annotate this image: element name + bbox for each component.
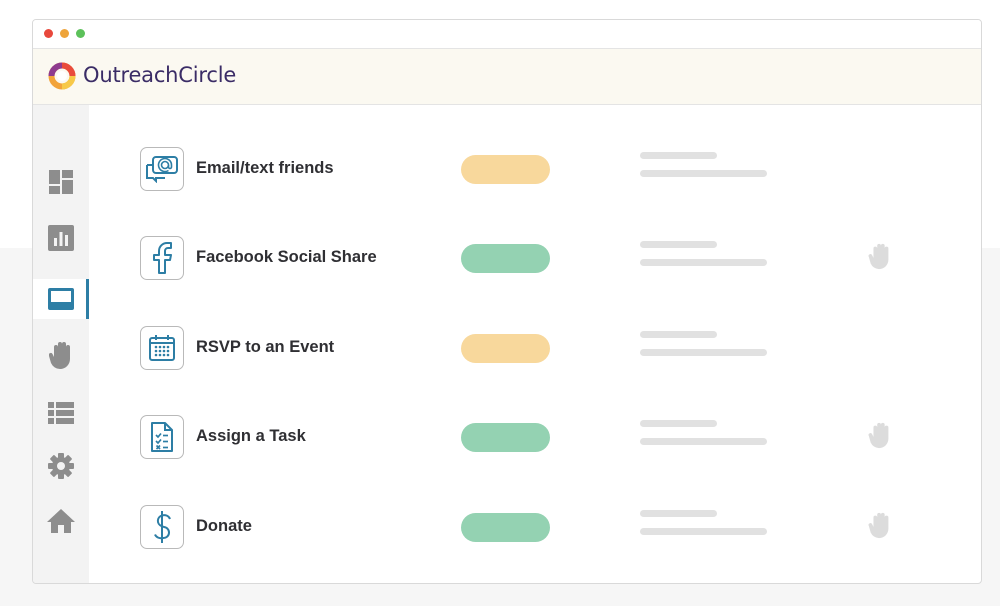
- action-row[interactable]: Email/text friends: [140, 147, 940, 193]
- action-label: Assign a Task: [196, 427, 306, 445]
- window-titlebar: [33, 20, 981, 49]
- hand-icon[interactable]: [868, 421, 892, 449]
- placeholder-line: [640, 438, 767, 445]
- placeholder-line: [640, 259, 767, 266]
- maximize-window-button[interactable]: [76, 29, 85, 38]
- action-row[interactable]: RSVP to an Event: [140, 326, 940, 372]
- facebook-icon: [140, 236, 184, 280]
- close-window-button[interactable]: [44, 29, 53, 38]
- list-icon: [48, 402, 74, 424]
- sidebar-item-settings[interactable]: [33, 446, 89, 486]
- app-window: OutreachCircle Email/text friends Facebo…: [32, 19, 982, 584]
- hand-icon[interactable]: [868, 511, 892, 539]
- status-pill: [461, 155, 550, 184]
- action-label: Facebook Social Share: [196, 248, 377, 266]
- hand-icon[interactable]: [868, 242, 892, 270]
- calendar-icon: [140, 326, 184, 370]
- hand-icon: [49, 342, 70, 369]
- task-checklist-icon: [140, 415, 184, 459]
- action-row[interactable]: Donate: [140, 505, 940, 551]
- app-header: OutreachCircle: [33, 49, 981, 105]
- action-label: Email/text friends: [196, 159, 334, 177]
- sidebar-item-analytics[interactable]: [33, 218, 89, 258]
- sidebar-item-volunteer[interactable]: [33, 335, 89, 375]
- dashboard-icon: [49, 170, 73, 194]
- sidebar-item-home[interactable]: [33, 501, 89, 541]
- action-row[interactable]: Facebook Social Share: [140, 236, 940, 282]
- placeholder-line: [640, 152, 717, 159]
- placeholder-line: [640, 349, 767, 356]
- outreachcircle-logo-icon[interactable]: [47, 61, 77, 91]
- sidebar-item-list[interactable]: [33, 393, 89, 433]
- brand-name: OutreachCircle: [83, 63, 237, 87]
- status-pill: [461, 513, 550, 542]
- placeholder-line: [640, 510, 717, 517]
- status-pill: [461, 244, 550, 273]
- placeholder-line: [640, 170, 767, 177]
- actions-panel-icon: [48, 288, 74, 310]
- minimize-window-button[interactable]: [60, 29, 69, 38]
- action-row[interactable]: Assign a Task: [140, 415, 940, 461]
- sidebar-item-dashboard[interactable]: [33, 162, 89, 202]
- dollar-icon: [140, 505, 184, 549]
- sidebar: [33, 105, 89, 583]
- placeholder-line: [640, 420, 717, 427]
- placeholder-line: [640, 331, 717, 338]
- action-label: RSVP to an Event: [196, 338, 335, 356]
- placeholder-line: [640, 528, 767, 535]
- action-label: Donate: [196, 517, 252, 535]
- placeholder-line: [640, 241, 717, 248]
- status-pill: [461, 423, 550, 452]
- sidebar-item-actions[interactable]: [33, 279, 89, 319]
- home-icon: [47, 509, 75, 533]
- email-chat-icon: [140, 147, 184, 191]
- gear-icon: [48, 453, 74, 479]
- bar-chart-icon: [48, 225, 74, 251]
- status-pill: [461, 334, 550, 363]
